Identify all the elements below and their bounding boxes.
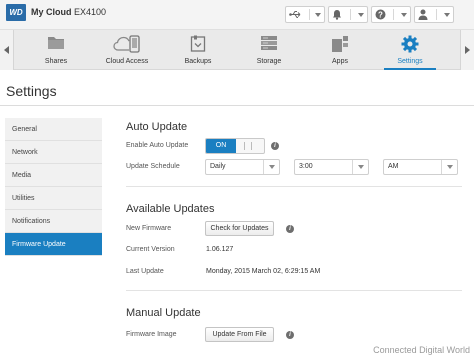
backups-icon: [190, 35, 206, 52]
current-version-value: 1.06.127: [206, 246, 234, 253]
shares-icon: [48, 37, 64, 49]
auto-update-toggle[interactable]: ON: [205, 138, 265, 154]
usb-menu-button[interactable]: [285, 6, 325, 23]
info-icon[interactable]: i: [286, 225, 294, 233]
tab-label: Backups: [184, 58, 212, 65]
chevron-down-icon: [357, 165, 364, 169]
product-name: My Cloud EX4100: [31, 7, 106, 17]
user-menu-button[interactable]: [414, 6, 454, 23]
current-version-label: Current Version: [126, 246, 175, 253]
divider: [393, 9, 394, 20]
schedule-frequency-select[interactable]: Daily: [205, 159, 280, 175]
sidebar-item-media[interactable]: Media: [5, 164, 102, 187]
available-updates-heading: Available Updates: [126, 203, 215, 215]
tab-label: Settings: [397, 58, 423, 65]
select-value: Daily: [210, 163, 226, 170]
select-value: AM: [388, 163, 399, 170]
help-menu-button[interactable]: ?: [371, 6, 411, 23]
tab-apps[interactable]: Apps: [304, 30, 376, 70]
chevron-down-icon: [268, 165, 275, 169]
user-icon: [418, 9, 428, 20]
chevron-down-icon: [358, 12, 364, 17]
sidebar-item-notifications[interactable]: Notifications: [5, 210, 102, 233]
divider: [126, 186, 462, 187]
check-for-updates-button[interactable]: Check for Updates: [205, 221, 274, 236]
nav-scroll-right-button[interactable]: [460, 30, 474, 70]
toggle-grip-icon: [244, 142, 252, 150]
update-from-file-button[interactable]: Update From File: [205, 327, 274, 342]
divider: [126, 290, 462, 291]
dropdown-toggle: [441, 160, 457, 174]
divider: [435, 9, 437, 20]
model-name: EX4100: [74, 7, 107, 17]
brand-name: My Cloud: [31, 7, 72, 17]
storage-icon: [261, 36, 277, 50]
divider: [349, 9, 351, 20]
top-header: WD My Cloud EX4100 ?: [0, 0, 474, 30]
tab-label: Cloud Access: [105, 58, 149, 65]
arrow-left-icon: [4, 46, 9, 54]
watermark: Connected Digital World: [373, 345, 470, 355]
tab-cloud-access[interactable]: Cloud Access: [91, 30, 163, 70]
tab-label: Shares: [44, 58, 68, 65]
sidebar-item-utilities[interactable]: Utilities: [5, 187, 102, 210]
arrow-right-icon: [465, 46, 470, 54]
sidebar-item-general[interactable]: General: [5, 118, 102, 141]
apps-icon: [332, 36, 348, 52]
dropdown-toggle: [263, 160, 279, 174]
gear-icon: [401, 35, 419, 53]
toggle-on-label: ON: [206, 139, 236, 153]
auto-update-heading: Auto Update: [126, 121, 188, 133]
tab-settings[interactable]: Settings: [374, 30, 446, 70]
cloud-access-icon: [113, 35, 140, 53]
divider: [0, 105, 474, 106]
tab-storage[interactable]: Storage: [233, 30, 305, 70]
settings-sidebar: General Network Media Utilities Notifica…: [5, 118, 102, 256]
schedule-ampm-select[interactable]: AM: [383, 159, 458, 175]
main-nav: Shares Cloud Access Backups Storage Apps…: [0, 30, 474, 70]
dropdown-toggle: [352, 160, 368, 174]
tab-label: Storage: [256, 58, 282, 65]
alert-bell-icon: [333, 10, 341, 20]
tab-label: Apps: [332, 58, 348, 65]
info-icon[interactable]: i: [286, 331, 294, 339]
firmware-image-label: Firmware Image: [126, 331, 177, 338]
info-icon[interactable]: i: [271, 142, 279, 150]
schedule-time-select[interactable]: 3:00: [294, 159, 369, 175]
page-title: Settings: [6, 83, 57, 99]
manual-update-heading: Manual Update: [126, 307, 201, 319]
tab-backups[interactable]: Backups: [162, 30, 234, 70]
tab-shares[interactable]: Shares: [20, 30, 92, 70]
chevron-down-icon: [446, 165, 453, 169]
usb-icon: [289, 11, 301, 18]
new-firmware-label: New Firmware: [126, 225, 172, 232]
last-update-label: Last Update: [126, 268, 164, 275]
chevron-down-icon: [444, 12, 450, 17]
divider: [308, 9, 310, 20]
sidebar-item-firmware-update[interactable]: Firmware Update: [5, 233, 102, 256]
enable-auto-update-label: Enable Auto Update: [126, 142, 189, 149]
chevron-down-icon: [315, 12, 321, 17]
select-value: 3:00: [299, 163, 313, 170]
last-update-value: Monday, 2015 March 02, 6:29:15 AM: [206, 268, 321, 275]
alerts-menu-button[interactable]: [328, 6, 368, 23]
svg-text:?: ?: [378, 10, 383, 19]
wd-logo: WD: [6, 4, 26, 21]
nav-scroll-left-button[interactable]: [0, 30, 14, 70]
help-icon: ?: [375, 9, 386, 20]
sidebar-item-network[interactable]: Network: [5, 141, 102, 164]
update-schedule-label: Update Schedule: [126, 163, 180, 170]
chevron-down-icon: [401, 12, 407, 17]
